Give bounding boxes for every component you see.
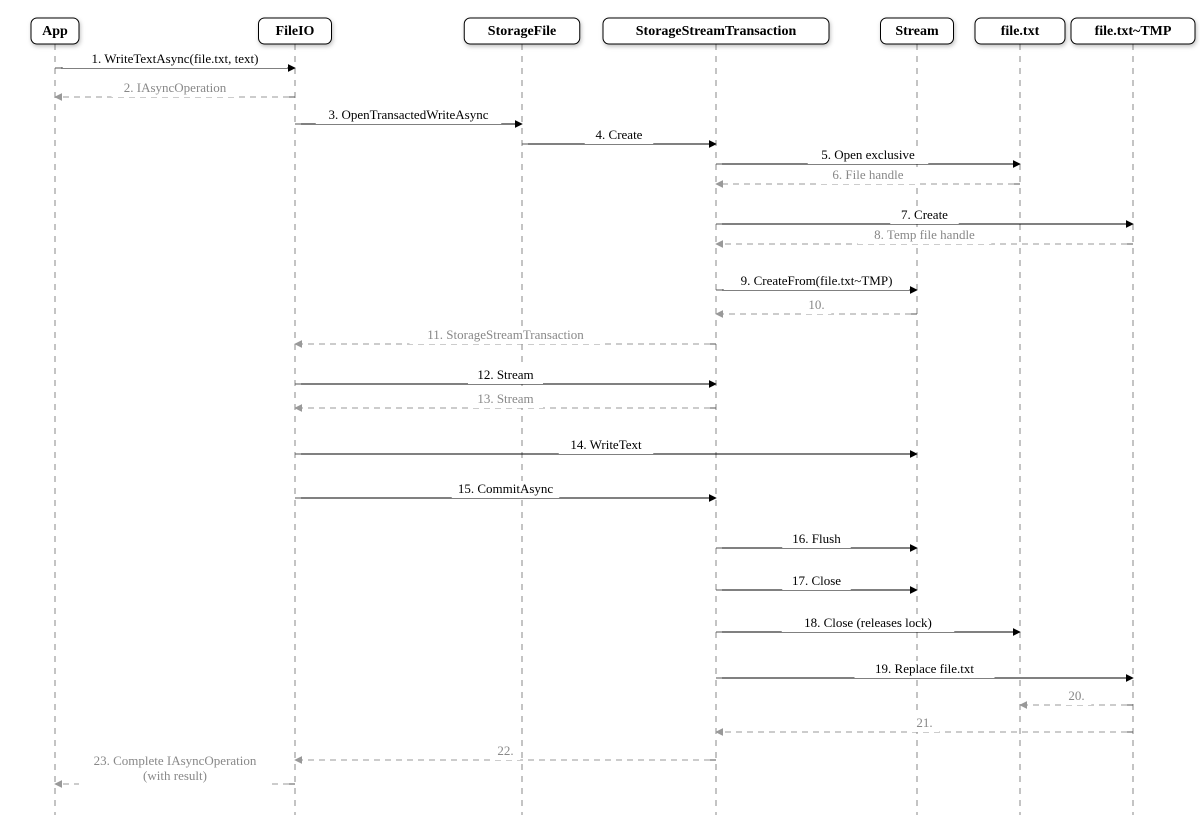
message-label-9: 9. CreateFrom(file.txt~TMP) — [741, 273, 893, 288]
message-label-15: 15. CommitAsync — [458, 481, 554, 496]
message-label-4: 4. Create — [596, 127, 643, 142]
message-label-1: 1. WriteTextAsync(file.txt, text) — [92, 51, 259, 66]
participant-label-App: App — [42, 24, 68, 39]
participant-label-Stream: Stream — [895, 24, 939, 39]
message-label-22: 22. — [497, 743, 513, 758]
participant-label-FileIO: FileIO — [276, 24, 315, 39]
message-label-3: 3. OpenTransactedWriteAsync — [328, 107, 488, 122]
message-label-21: 21. — [916, 715, 932, 730]
message-label-19: 19. Replace file.txt — [875, 661, 974, 676]
message-label-6: 6. File handle — [832, 167, 903, 182]
participant-label-file: file.txt — [1001, 24, 1040, 39]
sequence-diagram: App FileIO StorageFile StorageStreamTransac… — [0, 0, 1200, 828]
message-label-20: 20. — [1068, 688, 1084, 703]
message-label-2: 2. IAsyncOperation — [124, 80, 227, 95]
message-label-17: 17. Close — [792, 573, 841, 588]
message-label-16: 16. Flush — [792, 531, 841, 546]
participant-label-tmp: file.txt~TMP — [1095, 24, 1172, 39]
message-label-14: 14. WriteText — [570, 437, 642, 452]
message-label-10: 10. — [808, 297, 824, 312]
participant-label-SST: StorageStreamTransaction — [636, 24, 797, 39]
message-label-5: 5. Open exclusive — [821, 147, 915, 162]
message-label-11: 11. StorageStreamTransaction — [427, 327, 584, 342]
message-label-8: 8. Temp file handle — [874, 227, 975, 242]
participant-label-StorageFile: StorageFile — [488, 24, 556, 39]
message-label-13: 13. Stream — [477, 391, 533, 406]
message-label-7: 7. Create — [901, 207, 948, 222]
message-label-18: 18. Close (releases lock) — [804, 615, 932, 630]
message-label-12: 12. Stream — [477, 367, 533, 382]
